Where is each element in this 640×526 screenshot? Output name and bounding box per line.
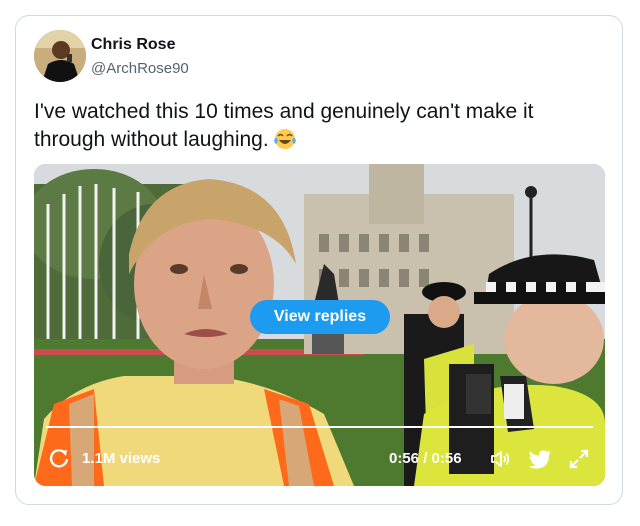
video-controls: 1.1M views 0:56 / 0:56 xyxy=(34,444,605,474)
view-replies-button[interactable]: View replies xyxy=(250,300,390,334)
video-time: 0:56 / 0:56 xyxy=(389,450,462,467)
expand-icon[interactable] xyxy=(568,448,590,470)
author-handle[interactable]: @ArchRose90 xyxy=(91,60,189,77)
view-count: 1.1M views xyxy=(82,450,161,467)
tweet-card[interactable]: Chris Rose @ArchRose90 I've watched this… xyxy=(15,15,623,505)
video-progress-bar[interactable] xyxy=(46,426,593,428)
video-player[interactable]: View replies 1.1M views 0:56 / 0:56 xyxy=(34,164,605,486)
tweet-text: I've watched this 10 times and genuinely… xyxy=(34,98,604,154)
author-name[interactable]: Chris Rose xyxy=(91,36,175,54)
author-avatar[interactable] xyxy=(34,30,86,82)
twitter-bird-icon[interactable] xyxy=(528,448,552,470)
video-progress-fill xyxy=(46,426,593,428)
replay-icon[interactable] xyxy=(48,447,70,469)
tears-of-joy-emoji-icon xyxy=(273,128,297,150)
volume-icon[interactable] xyxy=(489,448,511,470)
